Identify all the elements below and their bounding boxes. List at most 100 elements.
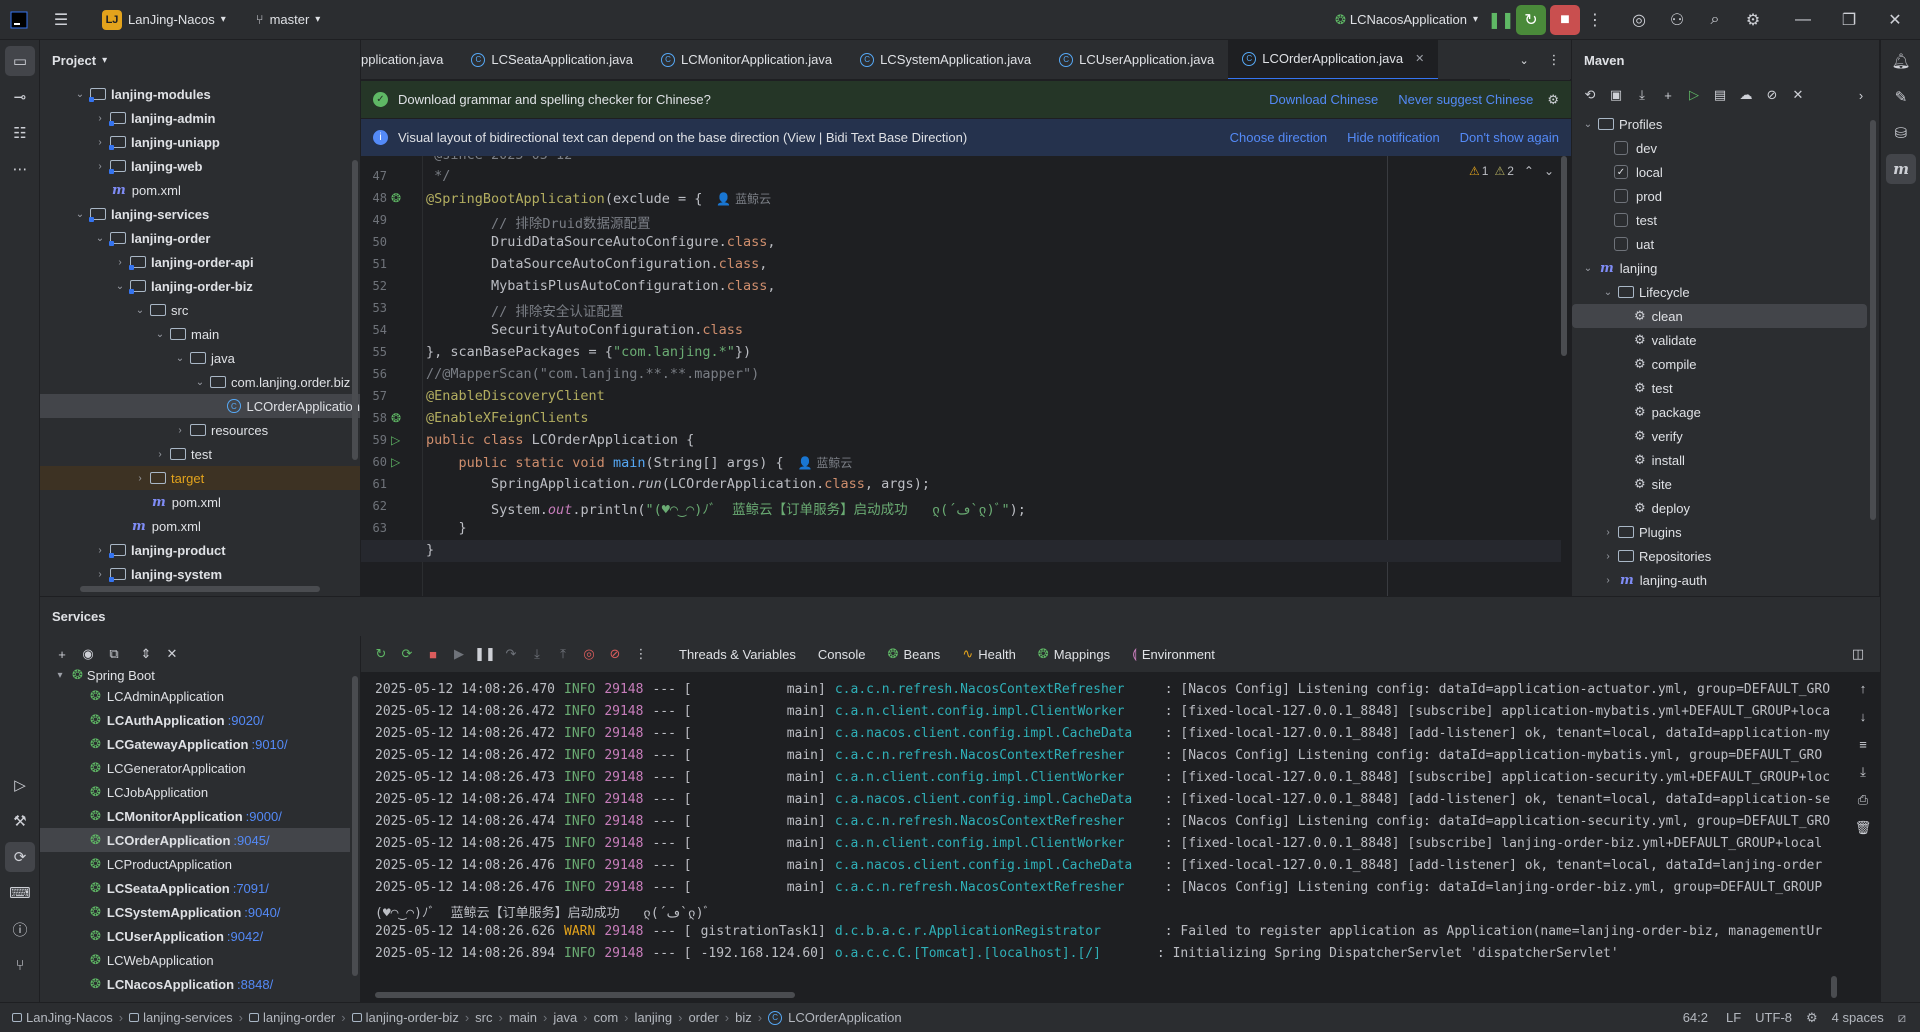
scroll-up-icon[interactable]: ↑: [1851, 676, 1875, 700]
file-encoding[interactable]: UTF-8: [1755, 1010, 1792, 1025]
chevron-right-icon[interactable]: ›: [92, 137, 108, 148]
maven-profile-item[interactable]: dev: [1572, 136, 1879, 160]
maven-lifecycle-goal[interactable]: ⚙ verify: [1572, 424, 1879, 448]
settings-gear-icon[interactable]: ⚙: [1738, 5, 1768, 35]
project-tree-item[interactable]: ⌄ main: [40, 322, 360, 346]
project-tree-item[interactable]: ⌄ lanjing-order: [40, 226, 360, 250]
scroll-to-end-icon[interactable]: ⤓: [1851, 760, 1875, 784]
pause-icon[interactable]: ❚❚: [473, 642, 497, 666]
collapse-all-icon[interactable]: ✕: [160, 642, 184, 666]
service-item[interactable]: ❂ LCWebApplication: [40, 948, 360, 972]
breadcrumb-item[interactable]: lanjing-services: [129, 1010, 233, 1025]
editor-tab[interactable]: C LCSeataApplication.java: [457, 40, 647, 79]
step-out-icon[interactable]: ⤒: [551, 642, 575, 666]
database-icon[interactable]: ⛁: [1886, 118, 1916, 148]
editor-tab[interactable]: pplication.java: [361, 40, 457, 79]
console-log[interactable]: 2025-05-12 14:08:26.470 INFO 29148 --- [ ma…: [361, 672, 1841, 1002]
maven-lifecycle-goal[interactable]: ⚙ clean: [1572, 304, 1867, 328]
service-item[interactable]: ❂ LCProductApplication: [40, 852, 360, 876]
layout-settings-icon[interactable]: ◫: [1846, 642, 1870, 666]
lock-icon[interactable]: ⧄: [1898, 1010, 1906, 1026]
build-tool-icon[interactable]: ⚒: [5, 806, 35, 836]
chevron-down-icon[interactable]: ⌄: [92, 233, 108, 244]
console-h-scrollbar[interactable]: [375, 992, 795, 998]
breadcrumb-item[interactable]: lanjing-order-biz: [351, 1010, 459, 1025]
chevron-right-icon[interactable]: ›: [172, 425, 188, 436]
code-with-me-icon[interactable]: ⚇: [1662, 5, 1692, 35]
maven-lifecycle-goal[interactable]: ⚙ validate: [1572, 328, 1879, 352]
code-editor[interactable]: 474849505152535455565758596061626364 ⚠ 1…: [361, 156, 1571, 596]
ai-assistant-icon[interactable]: ◎: [1624, 5, 1654, 35]
stop-icon[interactable]: ■: [1550, 4, 1580, 35]
maven-tool-icon[interactable]: m: [1886, 154, 1916, 184]
print-icon[interactable]: ⎙: [1851, 788, 1875, 812]
vertical-scrollbar[interactable]: [352, 160, 358, 460]
caret-position[interactable]: 64:2: [1683, 1010, 1708, 1025]
project-switcher[interactable]: LJ LanJing-Nacos ▾: [94, 6, 234, 34]
maven-lifecycle-goal[interactable]: ⚙ test: [1572, 376, 1879, 400]
run-gutter-icon[interactable]: ▷: [391, 433, 400, 447]
terminal-tool-icon[interactable]: ⌨: [5, 878, 35, 908]
service-port-link[interactable]: :9042/: [227, 929, 263, 944]
breadcrumb-item[interactable]: main: [509, 1010, 537, 1025]
log-cls[interactable]: c.a.c.n.refresh.NacosContextRefresher: [835, 880, 1156, 895]
console-tab[interactable]: ⟬ Environment: [1132, 646, 1215, 662]
chevron-right-icon[interactable]: ›: [1600, 551, 1616, 562]
project-tree-item[interactable]: › lanjing-admin: [40, 106, 360, 130]
branch-switcher[interactable]: ⑂ master ▾: [248, 6, 329, 34]
service-port-link[interactable]: :9040/: [244, 905, 280, 920]
project-tree-item[interactable]: ⌄ lanjing-services: [40, 202, 360, 226]
maven-lifecycle-goal[interactable]: ⚙ package: [1572, 400, 1879, 424]
log-cls[interactable]: c.a.c.n.refresh.NacosContextRefresher: [835, 682, 1156, 697]
chevron-right-icon[interactable]: ›: [1600, 527, 1616, 538]
chevron-right-icon[interactable]: ›: [1849, 83, 1873, 107]
profile-checkbox[interactable]: ✓: [1614, 165, 1628, 179]
console-tab[interactable]: ❂ Mappings: [1038, 646, 1110, 662]
line-separator[interactable]: LF: [1726, 1010, 1741, 1025]
service-group-spring-boot[interactable]: ▾ ❂ Spring Boot: [40, 666, 360, 684]
breadcrumb-item[interactable]: lanjing-order: [249, 1010, 335, 1025]
chevron-right-icon[interactable]: ›: [92, 569, 108, 580]
more-actions-icon[interactable]: ⋮: [1580, 5, 1610, 35]
console-tab[interactable]: Threads & Variables: [679, 647, 796, 662]
maven-lifecycle-goal[interactable]: ⚙ site: [1572, 472, 1879, 496]
maven-scrollbar[interactable]: [1870, 120, 1876, 520]
add-icon[interactable]: +: [1656, 83, 1680, 107]
service-item[interactable]: ❂ LCOrderApplication:9045/: [40, 828, 350, 852]
step-over-icon[interactable]: ↷: [499, 642, 523, 666]
inspection-widget[interactable]: ⚠ 1 ⚠ 2 ⌃ ⌄: [1469, 164, 1554, 178]
log-cls[interactable]: c.a.c.n.refresh.NacosContextRefresher: [835, 814, 1156, 829]
project-tree-item[interactable]: ⌄ lanjing-modules: [40, 82, 360, 106]
breadcrumb-item[interactable]: order: [688, 1010, 718, 1025]
clear-all-icon[interactable]: 🗑︎: [1851, 816, 1875, 840]
console-tab[interactable]: ∿ Health: [962, 646, 1015, 662]
resume-icon[interactable]: ▶: [447, 642, 471, 666]
service-item[interactable]: ❂ LCNacosApplication:8848/: [40, 972, 360, 996]
project-tree-item[interactable]: › lanjing-order-api: [40, 250, 360, 274]
service-item[interactable]: ❂ LCUserApplication:9042/: [40, 924, 360, 948]
restore-icon[interactable]: ❐: [1834, 5, 1864, 35]
chevron-down-icon[interactable]: ⌄: [132, 305, 148, 316]
service-port-link[interactable]: :7091/: [233, 881, 269, 896]
profile-checkbox[interactable]: [1614, 141, 1628, 155]
service-item[interactable]: ❂ LCAdminApplication: [40, 684, 360, 708]
chevron-down-icon[interactable]: ⌄: [72, 209, 88, 220]
project-tree-item[interactable]: › lanjing-uniapp: [40, 130, 360, 154]
service-item[interactable]: ❂ LCGeneratorApplication: [40, 756, 360, 780]
rerun-icon[interactable]: ↻: [369, 642, 393, 666]
step-into-icon[interactable]: ⤓: [525, 642, 549, 666]
new-group-icon[interactable]: ⧉: [102, 642, 126, 666]
close-window-icon[interactable]: ✕: [1880, 5, 1910, 35]
chevron-right-icon[interactable]: ›: [92, 545, 108, 556]
log-cls[interactable]: c.a.n.client.config.impl.ClientWorker: [835, 770, 1156, 785]
breadcrumb-item[interactable]: lanjing: [635, 1010, 673, 1025]
gear-icon[interactable]: ⚙: [1547, 92, 1559, 108]
service-item[interactable]: ❂ LCSystemApplication:9040/: [40, 900, 360, 924]
stop-icon[interactable]: ■: [421, 642, 445, 666]
project-tree-item[interactable]: ⌄ src: [40, 298, 360, 322]
expand-all-icon[interactable]: ⇕: [134, 642, 158, 666]
chevron-down-icon[interactable]: ⌄: [1544, 164, 1554, 178]
dont-show-again-link[interactable]: Don't show again: [1460, 130, 1559, 145]
project-tree-item[interactable]: › lanjing-product: [40, 538, 360, 562]
breadcrumb-item[interactable]: com: [594, 1010, 619, 1025]
